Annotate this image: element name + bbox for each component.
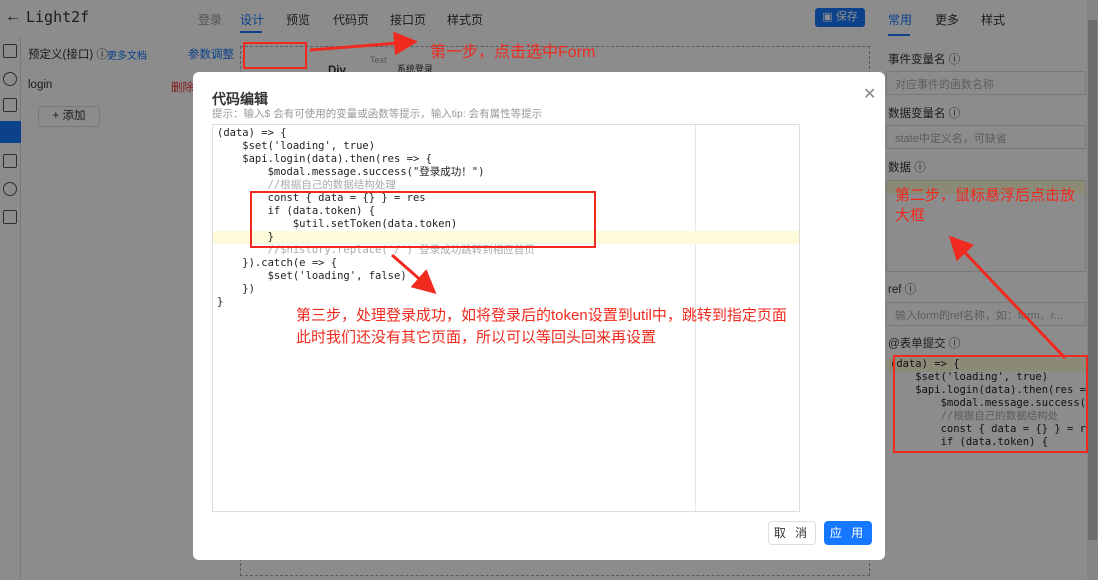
step3-text-line2: 此时我们还没有其它页面，所以可以等回头回来再设置 — [296, 329, 657, 346]
step1-text: 第一步，点击选中Form — [430, 44, 596, 61]
step1-arrow — [309, 31, 418, 56]
step3-arrow — [391, 253, 437, 294]
annotation-arrows — [309, 31, 1067, 360]
step2-arrow — [948, 235, 1067, 360]
step2-text: 第二步，鼠标悬浮后点击放大框 — [895, 187, 1076, 224]
step3-text-line1: 第三步，处理登录成功，如将登录后的token设置到util中，跳转到指定页面 — [296, 307, 787, 324]
